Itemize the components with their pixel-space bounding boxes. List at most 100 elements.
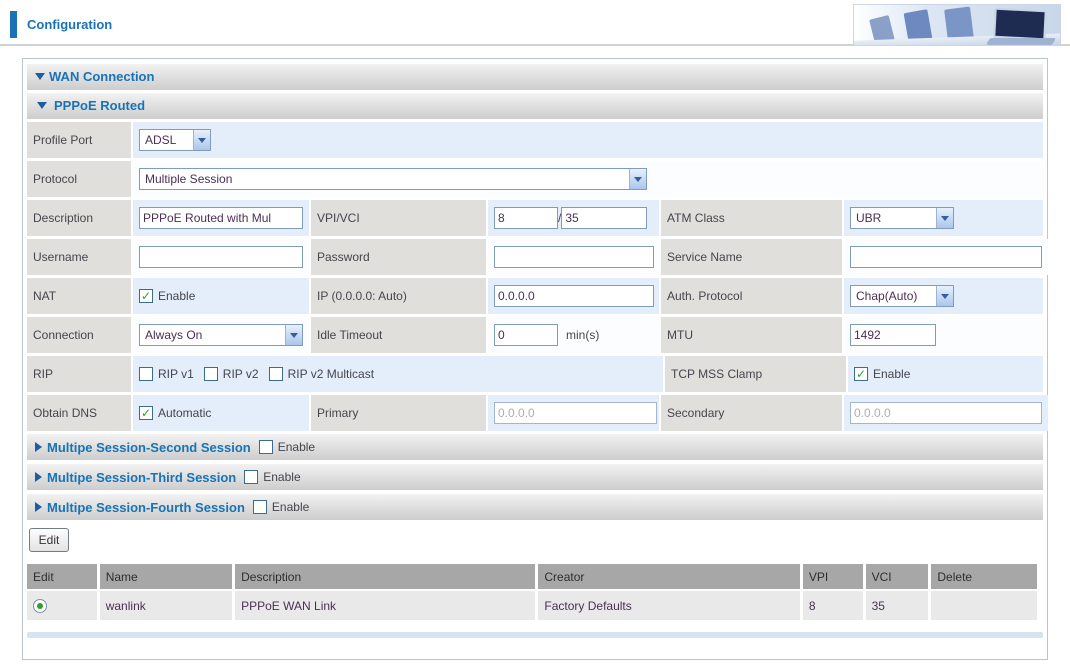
third-session-enable-checkbox[interactable] [244, 470, 259, 484]
col-edit: Edit [27, 564, 97, 589]
mtu-input[interactable] [850, 324, 936, 346]
second-session-enable-label: Enable [277, 440, 316, 454]
connection-value: Always On [145, 328, 203, 342]
rip-v1-checkbox[interactable] [139, 367, 153, 381]
row-rip: RIP RIP v1 RIP v2 RIP v2 Multicast TCP M… [27, 356, 1043, 392]
username-label: Username [27, 239, 131, 275]
row-nat: NAT Enable IP (0.0.0.0: Auto) Auth. Prot… [27, 278, 1043, 314]
service-name-label: Service Name [661, 239, 842, 275]
tcp-mss-clamp-label: TCP MSS Clamp [665, 356, 846, 392]
row-username: Username Password Service Name [27, 239, 1048, 275]
wanlink-description: PPPoE WAN Link [235, 591, 536, 620]
expand-triangle-icon [35, 472, 42, 482]
dns-automatic-checkbox[interactable] [139, 406, 153, 420]
protocol-select[interactable]: Multiple Session [139, 168, 647, 190]
nat-enable-checkbox[interactable] [139, 289, 153, 303]
expand-triangle-icon [35, 502, 42, 512]
section-second-session[interactable]: Multipe Session-Second Session Enable [27, 434, 1043, 460]
section-fourth-session[interactable]: Multipe Session-Fourth Session Enable [27, 494, 1043, 520]
primary-dns-input[interactable] [494, 402, 657, 424]
wanlink-vci: 35 [865, 591, 929, 620]
profile-port-select[interactable]: ADSL [139, 129, 211, 151]
profile-port-label: Profile Port [27, 122, 131, 158]
fourth-session-title: Multipe Session-Fourth Session [47, 499, 245, 515]
description-input[interactable] [139, 207, 303, 229]
row-protocol: Protocol Multiple Session [27, 161, 1043, 197]
second-session-title: Multipe Session-Second Session [47, 439, 251, 455]
edit-button[interactable]: Edit [29, 528, 69, 552]
section-wan-connection-label: WAN Connection [49, 69, 155, 84]
chevron-down-icon[interactable] [285, 325, 302, 345]
section-wan-connection[interactable]: WAN Connection [27, 64, 1043, 90]
ip-label: IP (0.0.0.0: Auto) [311, 278, 486, 314]
chevron-down-icon[interactable] [936, 286, 953, 306]
dns-automatic-label: Automatic [158, 406, 212, 420]
laptop-base-shape [985, 38, 1057, 45]
col-vci: VCI [865, 564, 929, 589]
col-description: Description [235, 564, 536, 589]
vci-input[interactable] [561, 207, 648, 229]
wanlink-vpi: 8 [802, 591, 863, 620]
description-label: Description [27, 200, 131, 236]
collapse-triangle-icon [37, 102, 47, 109]
chevron-down-icon[interactable] [936, 208, 953, 228]
auth-protocol-value: Chap(Auto) [856, 289, 918, 303]
expand-triangle-icon [35, 442, 42, 452]
secondary-dns-label: Secondary [661, 395, 842, 431]
row-connection: Connection Always On Idle Timeout min(s)… [27, 317, 1043, 353]
atm-class-select[interactable]: UBR [850, 207, 954, 229]
rip-v2-multicast-label: RIP v2 Multicast [287, 367, 375, 381]
profile-port-value: ADSL [145, 133, 177, 147]
table-header-row: Edit Name Description Creator VPI VCI De… [27, 564, 1037, 589]
wanlink-delete [931, 591, 1037, 620]
third-session-title: Multipe Session-Third Session [47, 469, 237, 485]
tcp-mss-clamp-checkbox[interactable] [854, 367, 868, 381]
row-obtain-dns: Obtain DNS Automatic Primary Secondary [27, 395, 1048, 431]
wanlink-edit-radio[interactable] [33, 599, 47, 613]
wanlink-creator: Factory Defaults [538, 591, 800, 620]
password-input[interactable] [494, 246, 654, 268]
nat-enable-label: Enable [158, 289, 196, 303]
auth-protocol-label: Auth. Protocol [661, 278, 842, 314]
section-pppoe-routed[interactable]: PPPoE Routed [27, 93, 1043, 119]
chevron-down-icon[interactable] [193, 130, 210, 150]
tcp-mss-clamp-enable-label: Enable [873, 367, 911, 381]
rip-v2-checkbox[interactable] [203, 367, 218, 381]
rip-v1-label: RIP v1 [158, 367, 194, 381]
nat-label: NAT [27, 278, 131, 314]
wan-links-table: Edit Name Description Creator VPI VCI De… [24, 562, 1040, 622]
laptop-icon [993, 7, 1047, 41]
row-description: Description VPI/VCI / ATM Class UBR [27, 200, 1043, 236]
second-session-enable-checkbox[interactable] [258, 440, 273, 454]
mtu-label: MTU [661, 317, 842, 353]
third-session-enable-label: Enable [263, 470, 301, 484]
section-third-session[interactable]: Multipe Session-Third Session Enable [27, 464, 1043, 490]
wanlink-name: wanlink [99, 591, 233, 620]
obtain-dns-label: Obtain DNS [27, 395, 131, 431]
service-name-input[interactable] [850, 246, 1042, 268]
rip-v2-label: RIP v2 [222, 367, 259, 381]
atm-class-label: ATM Class [661, 200, 842, 236]
secondary-dns-input[interactable] [850, 402, 1042, 424]
chevron-down-icon[interactable] [629, 169, 646, 189]
connection-label: Connection [27, 317, 131, 353]
primary-dns-label: Primary [311, 395, 486, 431]
connection-select[interactable]: Always On [139, 324, 303, 346]
idle-timeout-input[interactable] [494, 324, 558, 346]
page-title: Configuration [27, 17, 113, 32]
fourth-session-enable-checkbox[interactable] [252, 500, 267, 514]
auth-protocol-select[interactable]: Chap(Auto) [850, 285, 954, 307]
vpi-input[interactable] [494, 207, 558, 229]
rip-v2-multicast-checkbox[interactable] [268, 367, 283, 381]
ip-input[interactable] [494, 285, 654, 307]
fourth-session-enable-label: Enable [271, 500, 310, 514]
password-label: Password [311, 239, 486, 275]
title-accent-bar [10, 11, 17, 38]
username-input[interactable] [139, 246, 303, 268]
header-photo [853, 4, 1061, 46]
collapse-triangle-icon [35, 73, 45, 80]
idle-timeout-unit: min(s) [566, 328, 600, 342]
col-name: Name [99, 564, 233, 589]
protocol-value: Multiple Session [145, 172, 233, 186]
panel-footer-strip [27, 632, 1043, 638]
